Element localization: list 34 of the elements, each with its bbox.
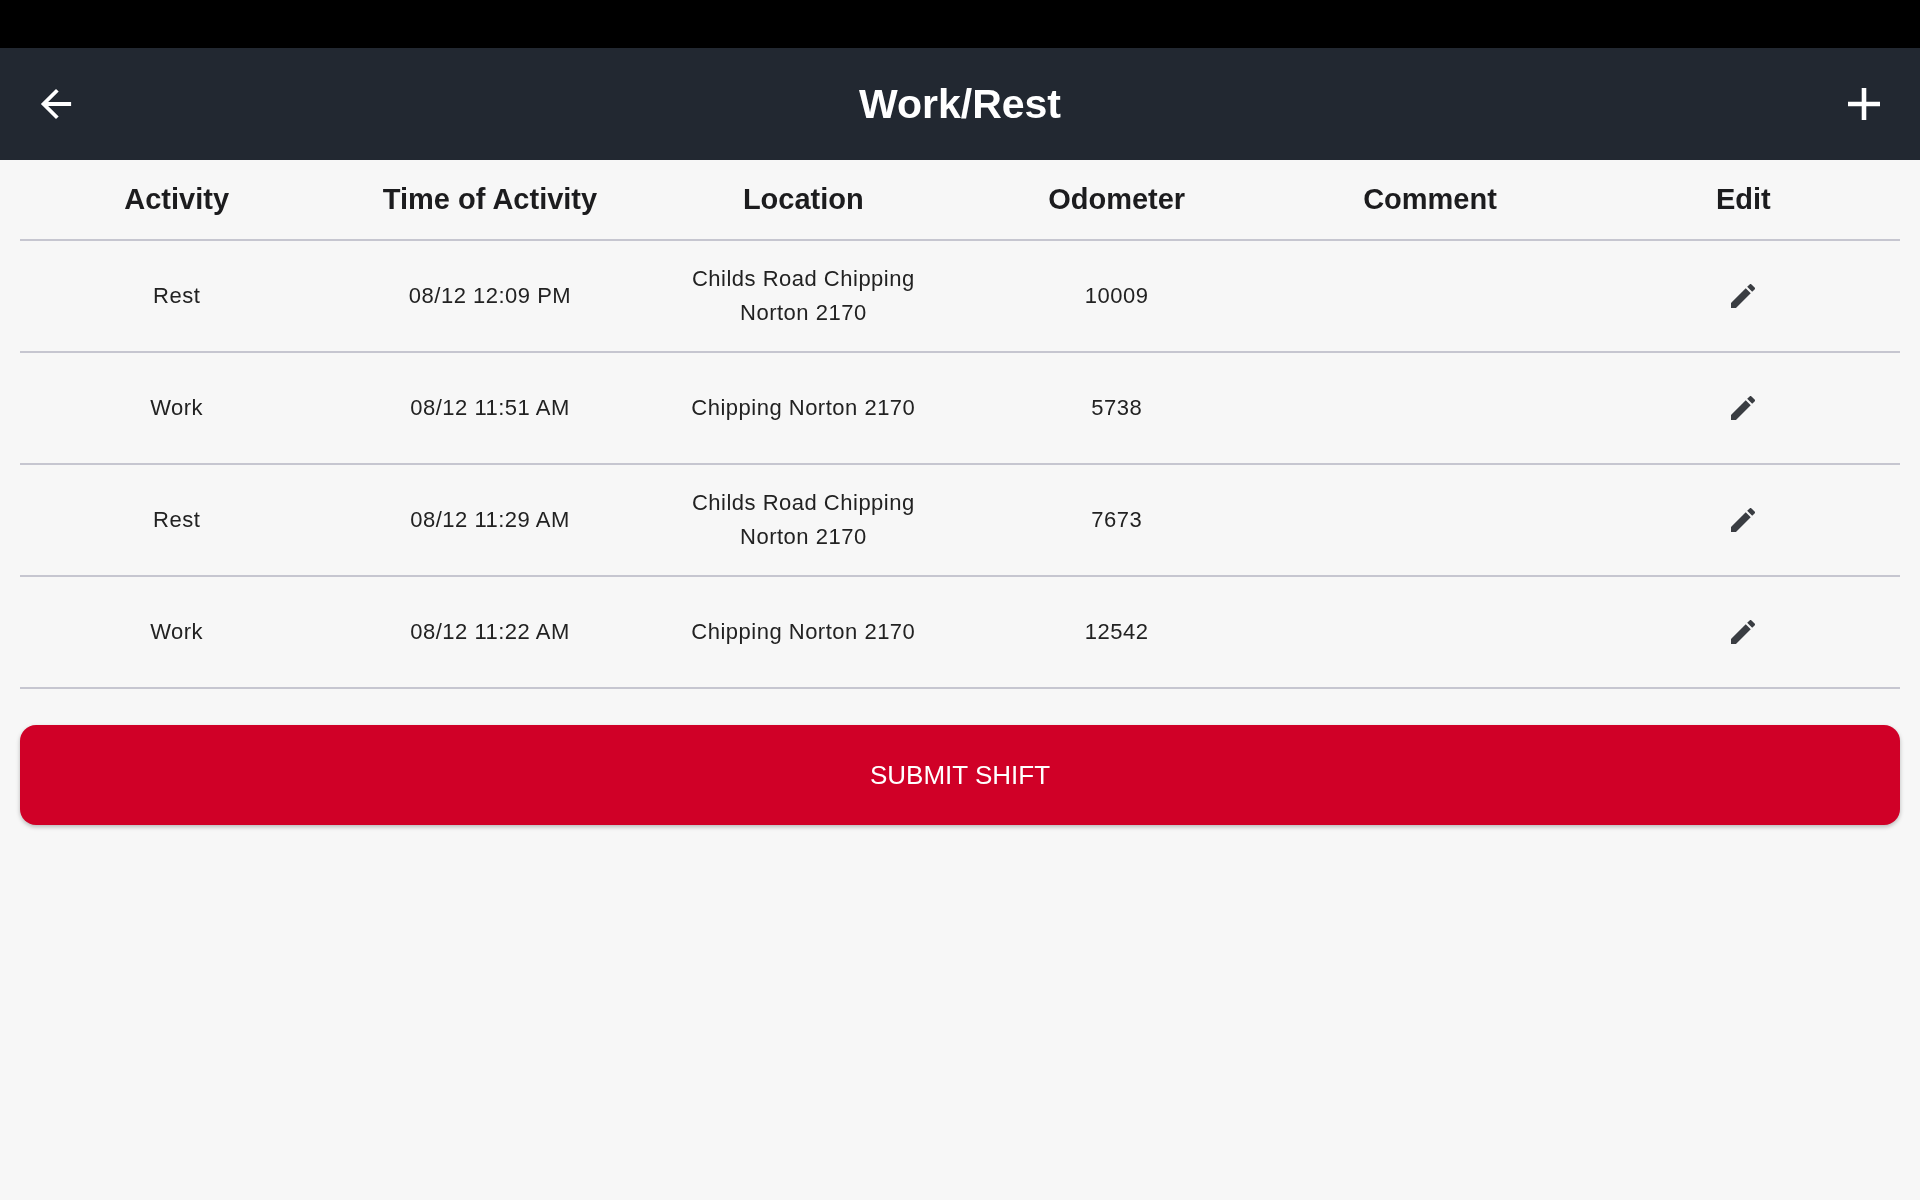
table-cell-text: 5738 xyxy=(1091,394,1143,422)
table-cell-text: Work xyxy=(150,618,204,646)
plus-icon xyxy=(1848,88,1880,120)
edit-button[interactable] xyxy=(1731,508,1756,532)
table-cell-text: 08/12 12:09 PM xyxy=(408,282,572,310)
page-title: Work/Rest xyxy=(859,83,1061,125)
table-cell-text: Childs Road Chipping Norton 2170 xyxy=(690,265,916,327)
column-header: Activity xyxy=(124,181,230,217)
table-cell-text: 08/12 11:29 AM xyxy=(410,506,570,534)
column-header: Odometer xyxy=(1048,181,1186,217)
table-cell-text: 08/12 11:51 AM xyxy=(410,394,570,422)
table-cell-text: Rest xyxy=(153,506,201,534)
table-cell-text: 10009 xyxy=(1084,282,1149,310)
table-cell-text: Childs Road Chipping Norton 2170 xyxy=(690,489,916,551)
table-cell-text: 08/12 11:22 AM xyxy=(410,618,570,646)
table-cell-text: Rest xyxy=(153,282,201,310)
pencil-icon xyxy=(1731,620,1756,644)
edit-button[interactable] xyxy=(1731,284,1756,308)
column-header: Location xyxy=(742,181,864,217)
pencil-icon xyxy=(1731,396,1756,420)
pencil-icon xyxy=(1731,284,1756,308)
submit-shift-button[interactable]: SUBMIT SHIFT xyxy=(20,725,1900,825)
table-cell-text: Chipping Norton 2170 xyxy=(691,394,916,422)
edit-button[interactable] xyxy=(1731,620,1756,644)
column-header: Comment xyxy=(1363,181,1497,217)
table-cell-text: Work xyxy=(150,394,204,422)
pencil-icon xyxy=(1731,508,1756,532)
column-header: Time of Activity xyxy=(382,181,598,217)
table-cell-text: 12542 xyxy=(1084,618,1149,646)
edit-button[interactable] xyxy=(1731,396,1756,420)
back-arrow-icon xyxy=(39,87,73,121)
table-cell-text: 7673 xyxy=(1091,506,1143,534)
column-header: Edit xyxy=(1715,181,1771,217)
table-cell-text: Chipping Norton 2170 xyxy=(691,618,916,646)
